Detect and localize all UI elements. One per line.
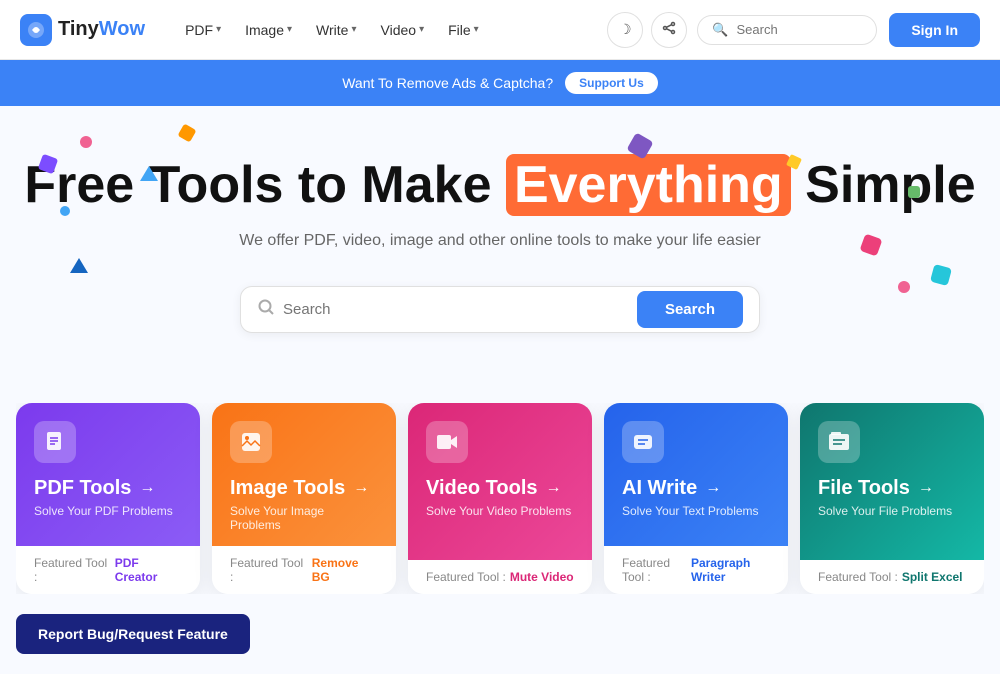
featured-link-image[interactable]: Remove BG [312,556,378,584]
featured-link-video[interactable]: Mute Video [510,570,574,584]
nav-item-image[interactable]: Image ▾ [235,16,302,44]
card-title-file: File Tools → [818,477,966,500]
card-desc-ai-write: Solve Your Text Problems [622,504,770,518]
arrow-icon: → [705,479,721,497]
nav-item-write[interactable]: Write ▾ [306,16,366,44]
search-icon: 🔍 [712,22,728,38]
card-wrapper-ai-write: 10+ tools AI Write → Solve Your Text Pro… [604,403,788,594]
logo[interactable]: TinyWow [20,14,145,46]
arrow-icon: → [139,479,155,497]
card-wrapper-pdf: 45+ tools PDF Tools → Solve Your PDF Pro… [16,403,200,594]
hero-subtitle: We offer PDF, video, image and other onl… [20,232,980,250]
promo-banner: Want To Remove Ads & Captcha? Support Us [0,60,1000,106]
featured-link-pdf[interactable]: PDF Creator [115,556,182,584]
chevron-down-icon: ▾ [474,24,479,35]
card-title-image: Image Tools → [230,477,378,500]
card-title-pdf: PDF Tools → [34,477,182,500]
hero-search-bar: Search [240,286,760,333]
cards-row: 45+ tools PDF Tools → Solve Your PDF Pro… [16,403,984,594]
nav-search-input[interactable] [737,22,863,37]
card-footer-image: Featured Tool : Remove BG [212,546,396,594]
card-file[interactable]: 15+ tools File Tools → Solve Your File P… [800,403,984,560]
nav-links: PDF ▾ Image ▾ Write ▾ Video ▾ File ▾ [175,16,607,44]
chevron-down-icon: ▾ [419,24,424,35]
chevron-down-icon: ▾ [351,24,356,35]
chevron-down-icon: ▾ [216,24,221,35]
nav-search-bar: 🔍 [697,15,877,45]
logo-text: TinyWow [58,18,145,41]
card-wrapper-video: 10+ tools Video Tools → Solve Your Video… [408,403,592,594]
support-us-button[interactable]: Support Us [565,72,658,94]
report-section: Report Bug/Request Feature [0,614,1000,674]
chevron-down-icon: ▾ [287,24,292,35]
deco-shape [930,264,952,286]
nav-item-pdf[interactable]: PDF ▾ [175,16,231,44]
search-icon [257,298,275,321]
featured-link-file[interactable]: Split Excel [902,570,963,584]
card-desc-image: Solve Your Image Problems [230,504,378,532]
hero-title: Free Tools to Make Everything Simple [20,156,980,216]
image-icon [230,421,272,463]
ai-write-icon [622,421,664,463]
featured-link-ai-write[interactable]: Paragraph Writer [691,556,770,584]
deco-shape [140,166,158,181]
card-footer-pdf: Featured Tool : PDF Creator [16,546,200,594]
deco-shape [70,258,88,273]
deco-shape [80,136,92,148]
card-footer-ai-write: Featured Tool : Paragraph Writer [604,546,788,594]
deco-shape [60,206,70,216]
card-wrapper-image: 30+ tools Image Tools → Solve Your Image… [212,403,396,594]
tool-cards-section: 45+ tools PDF Tools → Solve Your PDF Pro… [0,373,1000,614]
card-wrapper-file: 15+ tools File Tools → Solve Your File P… [800,403,984,594]
hero-section: Free Tools to Make Everything Simple We … [0,106,1000,373]
nav-item-video[interactable]: Video ▾ [371,16,435,44]
file-icon [818,421,860,463]
nav-item-file[interactable]: File ▾ [438,16,489,44]
dark-mode-button[interactable]: ☽ [607,12,643,48]
arrow-icon: → [546,479,562,497]
card-desc-video: Solve Your Video Problems [426,504,574,518]
share-button[interactable] [651,12,687,48]
deco-shape [177,123,196,142]
card-desc-pdf: Solve Your PDF Problems [34,504,182,518]
hero-search-input[interactable] [283,287,629,332]
card-title-ai-write: AI Write → [622,477,770,500]
report-bug-button[interactable]: Report Bug/Request Feature [16,614,250,654]
deco-shape [908,186,920,198]
hero-highlight: Everything [506,154,791,216]
card-video[interactable]: 10+ tools Video Tools → Solve Your Video… [408,403,592,560]
card-footer-video: Featured Tool : Mute Video [408,560,592,594]
hero-search-button[interactable]: Search [637,291,743,328]
navbar: TinyWow PDF ▾ Image ▾ Write ▾ Video ▾ Fi… [0,0,1000,60]
logo-icon [20,14,52,46]
share-icon [662,21,676,38]
arrow-icon: → [353,479,369,497]
video-icon [426,421,468,463]
card-footer-file: Featured Tool : Split Excel [800,560,984,594]
banner-text: Want To Remove Ads & Captcha? [342,75,553,91]
card-ai-write[interactable]: 10+ tools AI Write → Solve Your Text Pro… [604,403,788,546]
signin-button[interactable]: Sign In [889,13,980,47]
card-desc-file: Solve Your File Problems [818,504,966,518]
card-image[interactable]: 30+ tools Image Tools → Solve Your Image… [212,403,396,546]
deco-shape [898,281,910,293]
card-pdf[interactable]: 45+ tools PDF Tools → Solve Your PDF Pro… [16,403,200,546]
arrow-icon: → [918,479,934,497]
card-title-video: Video Tools → [426,477,574,500]
pdf-icon [34,421,76,463]
moon-icon: ☽ [619,21,632,38]
nav-icons: ☽ [607,12,687,48]
